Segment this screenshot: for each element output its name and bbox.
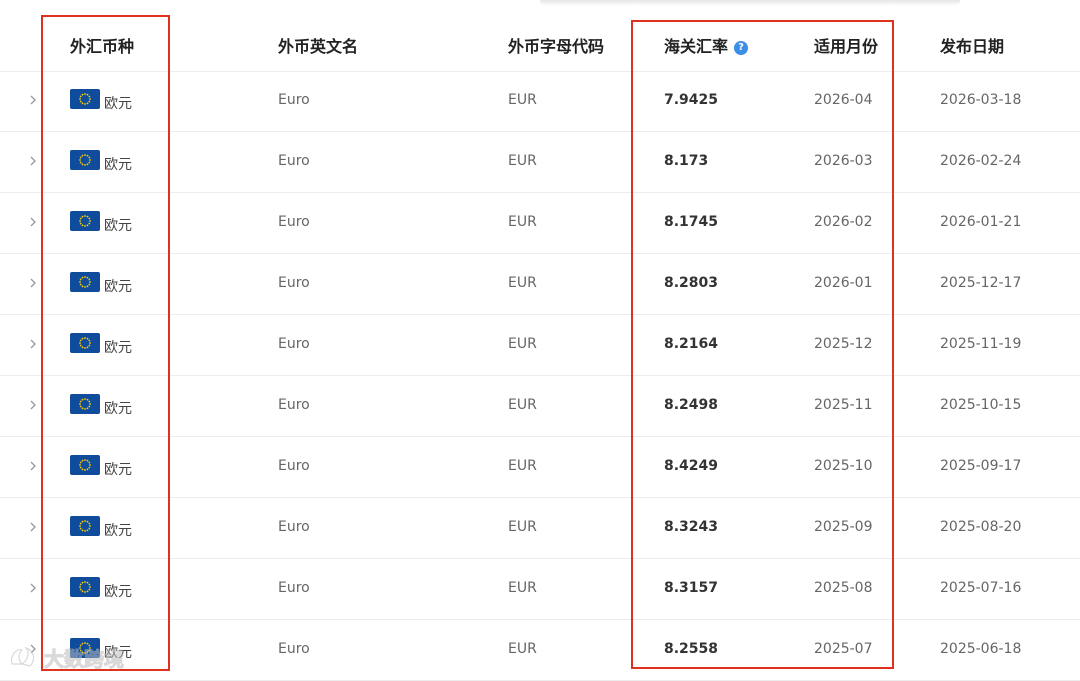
chevron-right-icon[interactable] bbox=[26, 276, 40, 290]
currency-code: EUR bbox=[508, 397, 537, 413]
english-name: Euro bbox=[278, 641, 310, 657]
currency-code: EUR bbox=[508, 641, 537, 657]
highlight-box-currency-column bbox=[41, 15, 170, 671]
publish-date: 2025-06-18 bbox=[940, 641, 1022, 657]
chevron-right-icon[interactable] bbox=[26, 93, 40, 107]
english-name: Euro bbox=[278, 519, 310, 535]
chevron-right-icon[interactable] bbox=[26, 154, 40, 168]
watermark-text: 大数跨境 bbox=[44, 646, 125, 671]
publish-date: 2025-09-17 bbox=[940, 458, 1022, 474]
highlight-box-rate-month-columns bbox=[631, 20, 894, 669]
publish-date: 2025-10-15 bbox=[940, 397, 1022, 413]
currency-code: EUR bbox=[508, 519, 537, 535]
english-name: Euro bbox=[278, 92, 310, 108]
chevron-right-icon[interactable] bbox=[26, 215, 40, 229]
chevron-right-icon[interactable] bbox=[26, 581, 40, 595]
english-name: Euro bbox=[278, 397, 310, 413]
english-name: Euro bbox=[278, 580, 310, 596]
english-name: Euro bbox=[278, 275, 310, 291]
chevron-right-icon[interactable] bbox=[26, 520, 40, 534]
publish-date: 2025-11-19 bbox=[940, 336, 1022, 352]
english-name: Euro bbox=[278, 214, 310, 230]
currency-code: EUR bbox=[508, 92, 537, 108]
currency-code: EUR bbox=[508, 580, 537, 596]
watermark-logo-icon bbox=[11, 646, 35, 667]
publish-date: 2025-12-17 bbox=[940, 275, 1022, 291]
currency-code: EUR bbox=[508, 458, 537, 474]
chevron-right-icon[interactable] bbox=[26, 459, 40, 473]
header-english-name: 外币英文名 bbox=[278, 37, 359, 56]
currency-code: EUR bbox=[508, 153, 537, 169]
english-name: Euro bbox=[278, 336, 310, 352]
header-publish-date: 发布日期 bbox=[940, 37, 1005, 56]
currency-code: EUR bbox=[508, 336, 537, 352]
currency-code: EUR bbox=[508, 275, 537, 291]
watermark: 大数跨境 bbox=[8, 643, 125, 671]
chevron-right-icon[interactable] bbox=[26, 398, 40, 412]
chevron-right-icon[interactable] bbox=[26, 337, 40, 351]
currency-code: EUR bbox=[508, 214, 537, 230]
publish-date: 2025-08-20 bbox=[940, 519, 1022, 535]
publish-date: 2026-03-18 bbox=[940, 92, 1022, 108]
publish-date: 2026-01-21 bbox=[940, 214, 1022, 230]
publish-date: 2025-07-16 bbox=[940, 580, 1022, 596]
english-name: Euro bbox=[278, 153, 310, 169]
publish-date: 2026-02-24 bbox=[940, 153, 1022, 169]
dropdown-shadow bbox=[540, 0, 960, 6]
english-name: Euro bbox=[278, 458, 310, 474]
header-currency-code: 外币字母代码 bbox=[508, 37, 605, 56]
